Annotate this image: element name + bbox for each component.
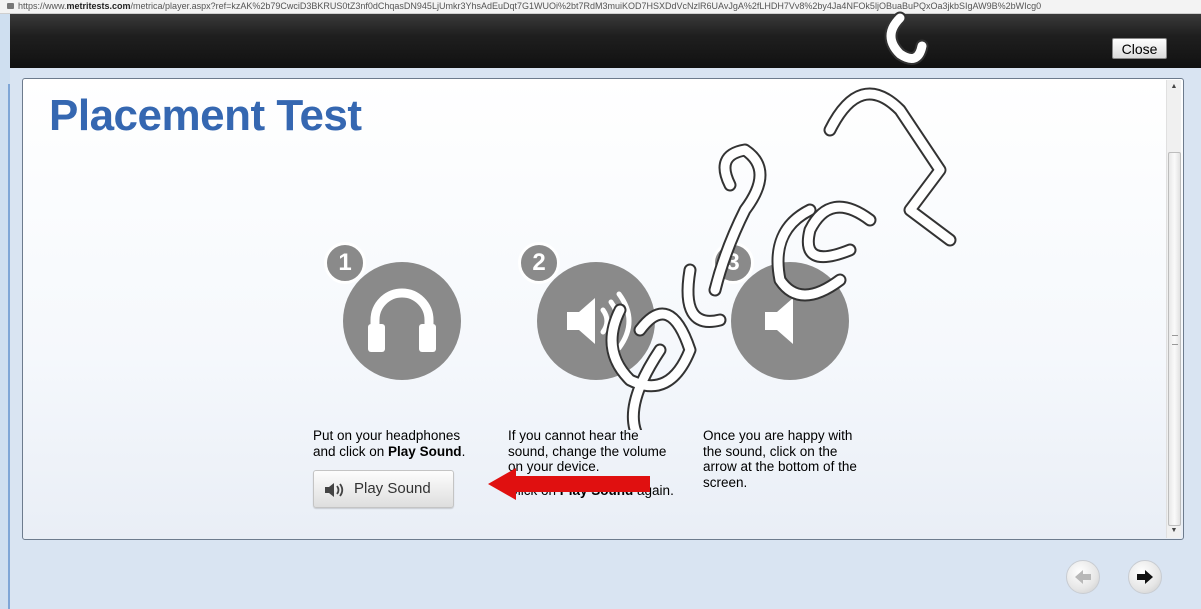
headphones-icon [368,288,436,352]
step-2-circle [537,262,655,380]
scroll-down-icon[interactable]: ▼ [1167,524,1181,538]
close-button[interactable]: Close [1112,38,1167,59]
step-1-circle [343,262,461,380]
page-title: Placement Test [49,91,362,140]
next-button[interactable] [1128,560,1162,594]
speaker-sound-icon [325,483,344,497]
speaker-icon [765,298,793,344]
step-2-text: If you cannot hear the sound, change the… [508,428,674,498]
step-2-number: 2 [518,242,560,284]
step-3-circle [731,262,849,380]
scroll-thumb[interactable] [1168,152,1181,526]
lock-icon [7,3,14,9]
content-panel: Placement Test 1 2 3 Put on your headpho… [22,78,1184,540]
url-domain: metritests.com [66,1,131,11]
back-arrow-icon [1075,570,1091,584]
next-arrow-icon [1137,570,1153,584]
play-sound-button[interactable]: Play Sound [313,470,454,508]
player-top-bar [10,14,1201,68]
step-1-text: Put on your headphones and click on Play… [313,428,466,459]
scroll-up-icon[interactable]: ▲ [1167,80,1181,94]
window-left-edge [0,14,10,609]
url-prefix: https://www. [18,1,67,11]
content-scrollbar[interactable]: ▲ ▼ [1166,80,1181,538]
url-path: /metrica/player.aspx?ref=kzAK%2b79CwciD3… [130,1,1042,11]
play-sound-label: Play Sound [354,480,431,497]
step-1-number: 1 [324,242,366,284]
back-button[interactable] [1066,560,1100,594]
address-bar[interactable]: https://www.metritests.com/metrica/playe… [0,0,1201,14]
step-3-number: 3 [712,242,754,284]
step-3-text: Once you are happy with the sound, click… [703,428,857,490]
speaker-volume-icon [567,291,632,351]
